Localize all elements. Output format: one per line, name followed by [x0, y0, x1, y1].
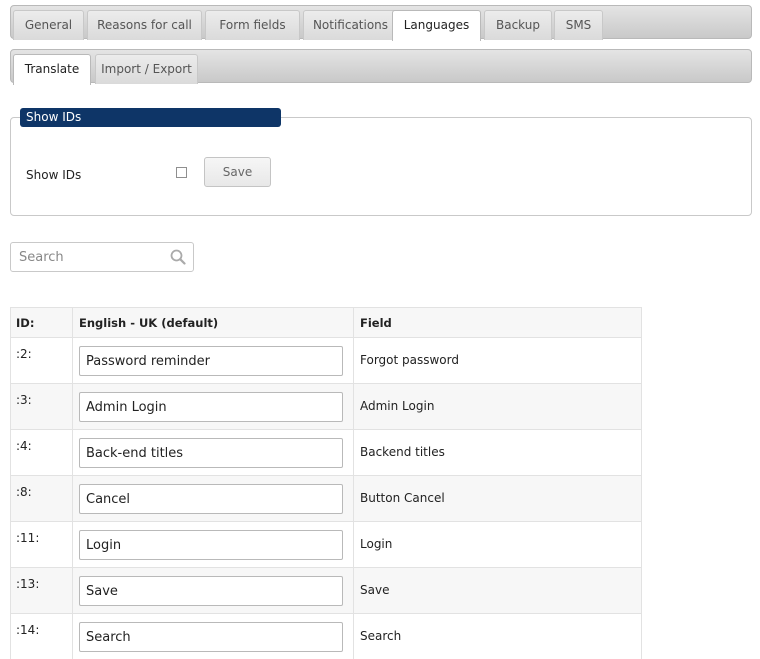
search-icon[interactable] [170, 249, 186, 265]
table-row: :14: Search [11, 613, 641, 659]
row-id: :4: [11, 430, 73, 475]
main-tab-bar: General Reasons for call Form fields Not… [10, 5, 752, 41]
translation-table: ID: English - UK (default) Field :2: For… [10, 307, 642, 659]
row-id: :2: [11, 338, 73, 383]
row-id: :13: [11, 568, 73, 613]
translation-input[interactable] [79, 530, 343, 560]
show-ids-checkbox[interactable] [176, 167, 187, 178]
tab-form-fields[interactable]: Form fields [205, 10, 300, 40]
search-box [10, 242, 194, 272]
tab-notifications[interactable]: Notifications [303, 10, 398, 40]
tab-languages[interactable]: Languages [392, 10, 481, 41]
table-row: :8: Button Cancel [11, 475, 641, 521]
translation-input[interactable] [79, 484, 343, 514]
row-field: Save [360, 583, 390, 597]
subtab-import-export[interactable]: Import / Export [95, 54, 198, 84]
table-row: :11: Login [11, 521, 641, 567]
row-field: Button Cancel [360, 491, 445, 505]
sub-tab-bar: Translate Import / Export [10, 49, 752, 85]
row-field: Search [360, 629, 402, 643]
subtab-translate[interactable]: Translate [13, 54, 91, 85]
table-header-row: ID: English - UK (default) Field [11, 307, 641, 337]
table-row: :3: Admin Login [11, 383, 641, 429]
search-input[interactable] [17, 247, 167, 267]
tab-sms[interactable]: SMS [554, 10, 603, 40]
row-field: Backend titles [360, 445, 445, 459]
row-id: :3: [11, 384, 73, 429]
table-row: :2: Forgot password [11, 337, 641, 383]
show-ids-legend: Show IDs [20, 108, 281, 127]
row-field: Forgot password [360, 353, 459, 367]
tab-reasons-for-call[interactable]: Reasons for call [87, 10, 202, 40]
row-field: Admin Login [360, 399, 435, 413]
show-ids-label: Show IDs [26, 168, 82, 182]
header-field: Field [360, 316, 392, 330]
header-id: ID: [11, 308, 73, 337]
row-field: Login [360, 537, 393, 551]
translation-input[interactable] [79, 392, 343, 422]
tab-backup[interactable]: Backup [484, 10, 552, 40]
save-button[interactable]: Save [204, 157, 271, 187]
table-row: :13: Save [11, 567, 641, 613]
translation-input[interactable] [79, 576, 343, 606]
header-english: English - UK (default) [73, 308, 354, 337]
translation-input[interactable] [79, 622, 343, 652]
row-id: :14: [11, 614, 73, 659]
translation-input[interactable] [79, 438, 343, 468]
tab-general[interactable]: General [13, 10, 84, 40]
translation-input[interactable] [79, 346, 343, 376]
row-id: :8: [11, 476, 73, 521]
table-row: :4: Backend titles [11, 429, 641, 475]
show-ids-fieldset [10, 117, 752, 216]
row-id: :11: [11, 522, 73, 567]
